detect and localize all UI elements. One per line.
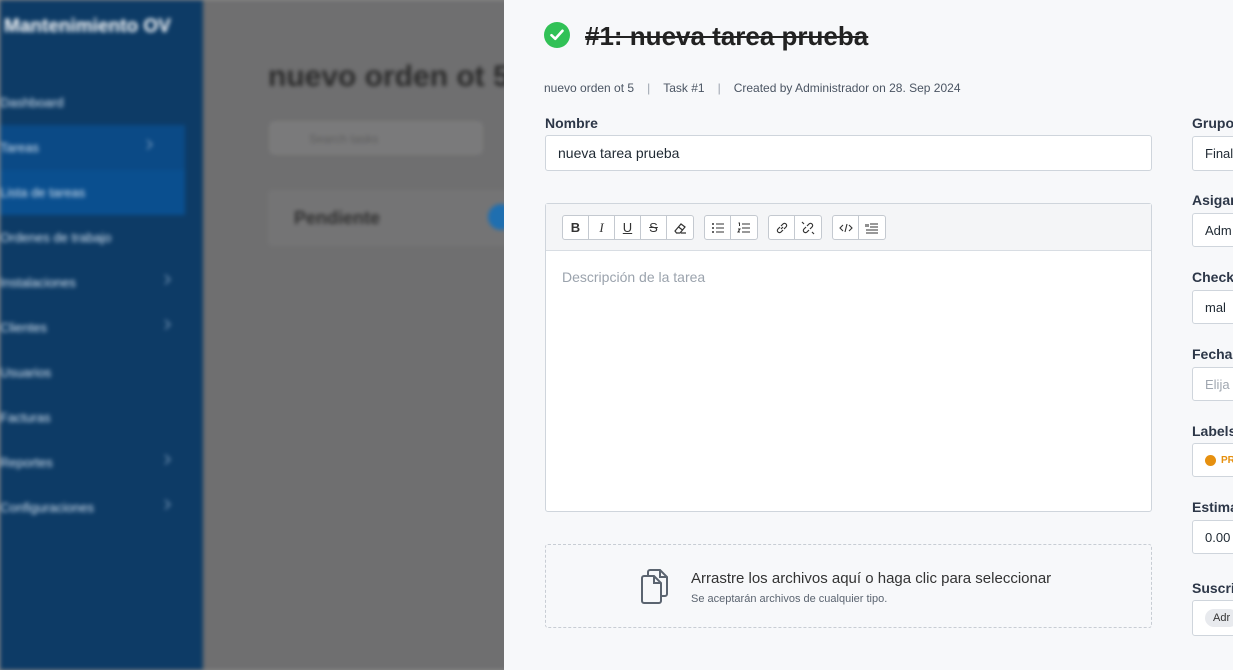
meta-separator: | xyxy=(647,81,651,95)
sidebar-nav: Dashboard Tareas Lista de tareas Ordenes… xyxy=(0,80,203,530)
meta-separator: | xyxy=(717,81,721,95)
name-label: Nombre xyxy=(545,115,598,131)
name-input[interactable]: nueva tarea prueba xyxy=(545,135,1152,171)
sidebar-item-facturas[interactable]: Facturas xyxy=(0,395,203,440)
subscriber-chip: Adr xyxy=(1205,609,1233,627)
asignado-select[interactable]: Adm xyxy=(1192,213,1233,247)
files-icon xyxy=(641,569,668,604)
sidebar-item-reportes[interactable]: Reportes xyxy=(0,440,203,485)
sidebar-item-configuraciones[interactable]: Configuraciones xyxy=(0,485,203,530)
labels-label: Labels xyxy=(1192,423,1233,439)
sidebar-item-tareas[interactable]: Tareas xyxy=(0,125,185,170)
search-placeholder: Search tasks xyxy=(309,132,379,146)
strike-button[interactable]: S xyxy=(641,216,667,239)
kanban-column-header: Pendiente xyxy=(268,190,528,246)
unlink-button[interactable] xyxy=(795,216,821,239)
ordered-list-icon xyxy=(737,222,750,233)
check-select[interactable]: mal xyxy=(1192,290,1233,324)
file-dropzone[interactable]: Arrastre los archivos aquí o haga clic p… xyxy=(545,544,1152,628)
column-title: Pendiente xyxy=(294,208,381,228)
link-icon xyxy=(776,222,787,233)
sidebar-item-label: Lista de tareas xyxy=(0,185,86,200)
format-group: B I U S xyxy=(562,215,694,240)
sidebar-item-ordenes[interactable]: Ordenes de trabajo xyxy=(0,215,203,260)
sidebar-item-usuarios[interactable]: Usuarios xyxy=(0,350,203,395)
bullet-list-icon xyxy=(711,222,724,233)
clear-format-button[interactable] xyxy=(667,216,693,239)
chevron-icon xyxy=(142,139,153,150)
sidebar: Mantenimiento OV Dashboard Tareas Lista … xyxy=(0,0,203,670)
labels-select[interactable]: PR xyxy=(1192,443,1233,477)
code-group xyxy=(832,215,886,240)
sidebar-item-label: Usuarios xyxy=(0,365,52,380)
description-placeholder[interactable]: Descripción de la tarea xyxy=(546,251,1151,303)
sidebar-item-label: Ordenes de trabajo xyxy=(0,230,112,245)
meta-task-ref: Task #1 xyxy=(663,81,705,95)
code-button[interactable] xyxy=(833,216,859,239)
page-title: nuevo orden ot 5 xyxy=(268,60,510,93)
search-input[interactable]: Search tasks xyxy=(270,122,482,154)
chevron-icon xyxy=(160,454,171,465)
meta-created: Created by Administrador on 28. Sep 2024 xyxy=(733,81,961,95)
sidebar-item-label: Configuraciones xyxy=(0,500,94,515)
code-icon xyxy=(838,223,853,232)
link-button[interactable] xyxy=(769,216,795,239)
sidebar-item-dashboard[interactable]: Dashboard xyxy=(0,80,203,125)
label-tag: PR xyxy=(1221,454,1233,466)
italic-button[interactable]: I xyxy=(589,216,615,239)
task-drawer: #1: nueva tarea prueba nuevo orden ot 5 … xyxy=(504,0,1233,670)
estimate-input[interactable]: 0.00 xyxy=(1192,520,1233,554)
check-label: Check xyxy=(1192,269,1233,285)
eraser-icon xyxy=(674,222,686,234)
bullet-list-button[interactable] xyxy=(705,216,731,239)
suscriptores-label: Suscrip xyxy=(1192,580,1233,596)
ordered-list-button[interactable] xyxy=(731,216,757,239)
description-editor[interactable]: B I U S Descripción de la tarea xyxy=(545,203,1152,512)
chevron-icon xyxy=(160,499,171,510)
dropzone-hint: Se aceptarán archivos de cualquier tipo. xyxy=(691,593,888,605)
sidebar-item-label: Reportes xyxy=(0,455,53,470)
underline-button[interactable]: U xyxy=(615,216,641,239)
sidebar-item-lista-tareas[interactable]: Lista de tareas xyxy=(0,170,185,215)
meta-project[interactable]: nuevo orden ot 5 xyxy=(544,81,634,95)
label-color-dot xyxy=(1205,454,1216,466)
sidebar-item-label: Tareas xyxy=(0,140,40,155)
fecha-input[interactable]: Elija xyxy=(1192,367,1233,401)
chevron-icon xyxy=(160,274,171,285)
link-group xyxy=(768,215,822,240)
suscriptores-select[interactable]: Adr xyxy=(1192,600,1233,636)
list-group xyxy=(704,215,758,240)
check-circle-icon[interactable] xyxy=(544,22,570,48)
sidebar-item-label: Instalaciones xyxy=(0,275,76,290)
fecha-label: Fecha d xyxy=(1192,346,1233,362)
blockquote-icon xyxy=(865,222,878,234)
grupo-label: Grupo xyxy=(1192,115,1233,131)
bold-button[interactable]: B xyxy=(563,216,589,239)
editor-toolbar: B I U S xyxy=(546,204,1151,251)
dropzone-text: Arrastre los archivos aquí o haga clic p… xyxy=(691,570,1052,587)
sidebar-item-label: Dashboard xyxy=(0,95,64,110)
chevron-icon xyxy=(160,319,171,330)
sidebar-item-label: Clientes xyxy=(0,320,47,335)
sidebar-item-label: Facturas xyxy=(0,410,51,425)
sidebar-item-clientes[interactable]: Clientes xyxy=(0,305,203,350)
blockquote-button[interactable] xyxy=(859,216,885,239)
unlink-icon xyxy=(801,221,815,234)
sidebar-item-instalaciones[interactable]: Instalaciones xyxy=(0,260,203,305)
brand-name: Mantenimiento OV xyxy=(4,16,171,37)
task-meta: nuevo orden ot 5 | Task #1 | Created by … xyxy=(544,81,961,95)
grupo-select[interactable]: Final xyxy=(1192,136,1233,171)
estimate-label: Estima xyxy=(1192,499,1233,515)
asignado-label: Asigan xyxy=(1192,192,1233,208)
task-title[interactable]: #1: nueva tarea prueba xyxy=(585,21,868,52)
